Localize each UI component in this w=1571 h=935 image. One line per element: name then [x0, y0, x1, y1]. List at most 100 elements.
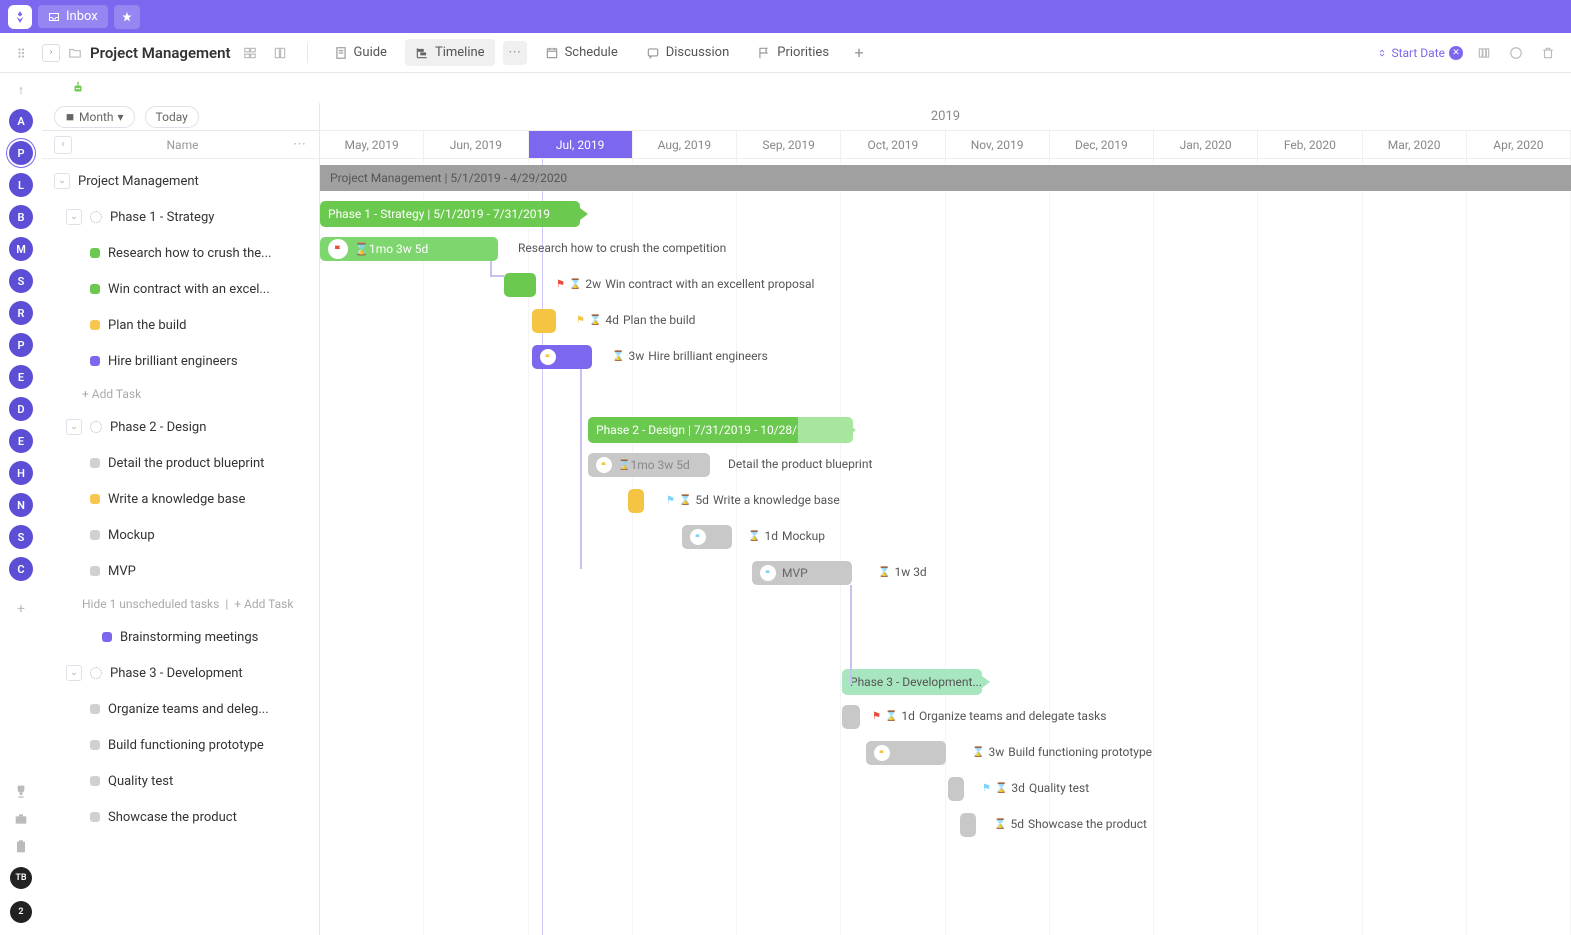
clipboard-icon[interactable]: [13, 839, 29, 855]
month-cell[interactable]: Jul, 2019: [529, 131, 633, 158]
group-phase2[interactable]: ⌄ Phase 2 - Design: [42, 409, 319, 445]
avatar[interactable]: D: [9, 397, 33, 421]
avatar[interactable]: C: [9, 557, 33, 581]
chevron-down-icon[interactable]: ⌄: [66, 209, 82, 225]
grid-icon[interactable]: [12, 42, 34, 64]
add-task-button[interactable]: + Add Task: [42, 379, 319, 409]
task-list[interactable]: ⌄ Project Management ⌄ Phase 1 - Strateg…: [42, 159, 319, 935]
month-cell[interactable]: Sep, 2019: [737, 131, 841, 158]
bar-mvp[interactable]: MVP: [752, 561, 852, 585]
task-row[interactable]: Organize teams and deleg...: [42, 691, 319, 727]
avatar[interactable]: N: [9, 493, 33, 517]
chevron-down-icon[interactable]: ⌄: [54, 173, 70, 189]
bar-organize[interactable]: [842, 705, 860, 729]
bar-qa[interactable]: [948, 777, 964, 801]
task-row[interactable]: MVP: [42, 553, 319, 589]
today-button[interactable]: Today: [145, 106, 199, 128]
inbox-button[interactable]: Inbox: [38, 5, 108, 28]
task-row[interactable]: Win contract with an excel...: [42, 271, 319, 307]
hide-unscheduled-button[interactable]: Hide 1 unscheduled tasks: [82, 597, 219, 611]
task-row[interactable]: Write a knowledge base: [42, 481, 319, 517]
star-button[interactable]: [114, 5, 140, 29]
tab-schedule[interactable]: Schedule: [535, 39, 628, 66]
avatar[interactable]: E: [9, 429, 33, 453]
zoom-month-button[interactable]: Month ▾: [54, 106, 135, 128]
month-cell[interactable]: Jun, 2019: [424, 131, 528, 158]
count-badge[interactable]: 2: [10, 901, 32, 923]
columns-icon[interactable]: [1473, 42, 1495, 64]
bar-project-summary[interactable]: Project Management | 5/1/2019 - 4/29/202…: [320, 165, 1571, 191]
delete-icon[interactable]: [1537, 42, 1559, 64]
task-row[interactable]: Showcase the product: [42, 799, 319, 835]
task-row[interactable]: Brainstorming meetings: [42, 619, 319, 655]
share-icon[interactable]: [1505, 42, 1527, 64]
month-cell[interactable]: Dec, 2019: [1050, 131, 1154, 158]
group-phase3[interactable]: ⌄ Phase 3 - Development: [42, 655, 319, 691]
task-row[interactable]: Hire brilliant engineers: [42, 343, 319, 379]
start-date-filter[interactable]: Start Date ✕: [1377, 46, 1463, 60]
month-cell[interactable]: Aug, 2019: [633, 131, 737, 158]
collapse-nav-button[interactable]: ›: [42, 44, 60, 62]
pin-icon[interactable]: [15, 85, 27, 97]
task-row[interactable]: Build functioning prototype: [42, 727, 319, 763]
month-cell[interactable]: Feb, 2020: [1258, 131, 1362, 158]
chevron-down-icon[interactable]: ⌄: [66, 419, 82, 435]
sidebar-more-button[interactable]: ⋯: [293, 137, 307, 152]
tab-discussion[interactable]: Discussion: [636, 39, 740, 66]
month-cell[interactable]: May, 2019: [320, 131, 424, 158]
task-row[interactable]: Mockup: [42, 517, 319, 553]
avatar[interactable]: H: [9, 461, 33, 485]
task-row[interactable]: Detail the product blueprint: [42, 445, 319, 481]
bar-prototype[interactable]: [866, 741, 946, 765]
tab-timeline[interactable]: Timeline: [405, 39, 495, 66]
bar-research[interactable]: ⌛ 1mo 3w 5d: [320, 237, 498, 261]
trophy-icon[interactable]: [13, 783, 29, 799]
bar-hire[interactable]: [532, 345, 592, 369]
bar-phase3[interactable]: Phase 3 - Development...: [842, 669, 982, 695]
month-cell[interactable]: Oct, 2019: [841, 131, 945, 158]
briefcase-icon[interactable]: [13, 811, 29, 827]
add-avatar-button[interactable]: +: [9, 597, 33, 621]
project-title[interactable]: Project Management: [90, 44, 231, 62]
user-badge[interactable]: TB: [10, 867, 32, 889]
book-icon[interactable]: [269, 42, 291, 64]
tab-more-button[interactable]: ⋯: [503, 41, 527, 65]
avatar[interactable]: S: [9, 525, 33, 549]
bar-kb[interactable]: [628, 489, 644, 513]
month-cell[interactable]: Apr, 2020: [1467, 131, 1571, 158]
bar-phase1[interactable]: Phase 1 - Strategy | 5/1/2019 - 7/31/201…: [320, 201, 580, 227]
avatar[interactable]: E: [9, 365, 33, 389]
task-row[interactable]: Research how to crush the...: [42, 235, 319, 271]
task-row[interactable]: Quality test: [42, 763, 319, 799]
chevron-down-icon[interactable]: ⌄: [66, 665, 82, 681]
month-cell[interactable]: Mar, 2020: [1363, 131, 1467, 158]
tab-priorities[interactable]: Priorities: [747, 39, 839, 66]
avatar[interactable]: S: [9, 269, 33, 293]
bar-showcase[interactable]: [960, 813, 976, 837]
avatar[interactable]: A: [9, 109, 33, 133]
task-row[interactable]: Plan the build: [42, 307, 319, 343]
group-project[interactable]: ⌄ Project Management: [42, 163, 319, 199]
avatar[interactable]: P: [9, 141, 33, 165]
bar-win[interactable]: [504, 273, 536, 297]
bar-mockup[interactable]: [682, 525, 732, 549]
avatar[interactable]: M: [9, 237, 33, 261]
add-view-button[interactable]: +: [847, 41, 871, 65]
add-task-button[interactable]: + Add Task: [234, 597, 293, 611]
bar-detail[interactable]: ⌛ 1mo 3w 5d: [588, 453, 710, 477]
avatar[interactable]: P: [9, 333, 33, 357]
group-phase1[interactable]: ⌄ Phase 1 - Strategy: [42, 199, 319, 235]
tab-guide[interactable]: Guide: [324, 39, 397, 66]
avatar[interactable]: B: [9, 205, 33, 229]
layout-icon[interactable]: [239, 42, 261, 64]
avatar[interactable]: R: [9, 301, 33, 325]
month-cell[interactable]: Jan, 2020: [1154, 131, 1258, 158]
app-logo[interactable]: [8, 5, 32, 29]
month-cell[interactable]: Nov, 2019: [946, 131, 1050, 158]
bar-plan[interactable]: [532, 309, 556, 333]
collapse-sidebar-button[interactable]: ‹: [54, 136, 72, 154]
automation-icon[interactable]: [70, 81, 86, 95]
gantt-chart[interactable]: 2019 May, 2019Jun, 2019Jul, 2019Aug, 201…: [320, 103, 1571, 935]
clear-filter-icon[interactable]: ✕: [1449, 46, 1463, 60]
avatar[interactable]: L: [9, 173, 33, 197]
